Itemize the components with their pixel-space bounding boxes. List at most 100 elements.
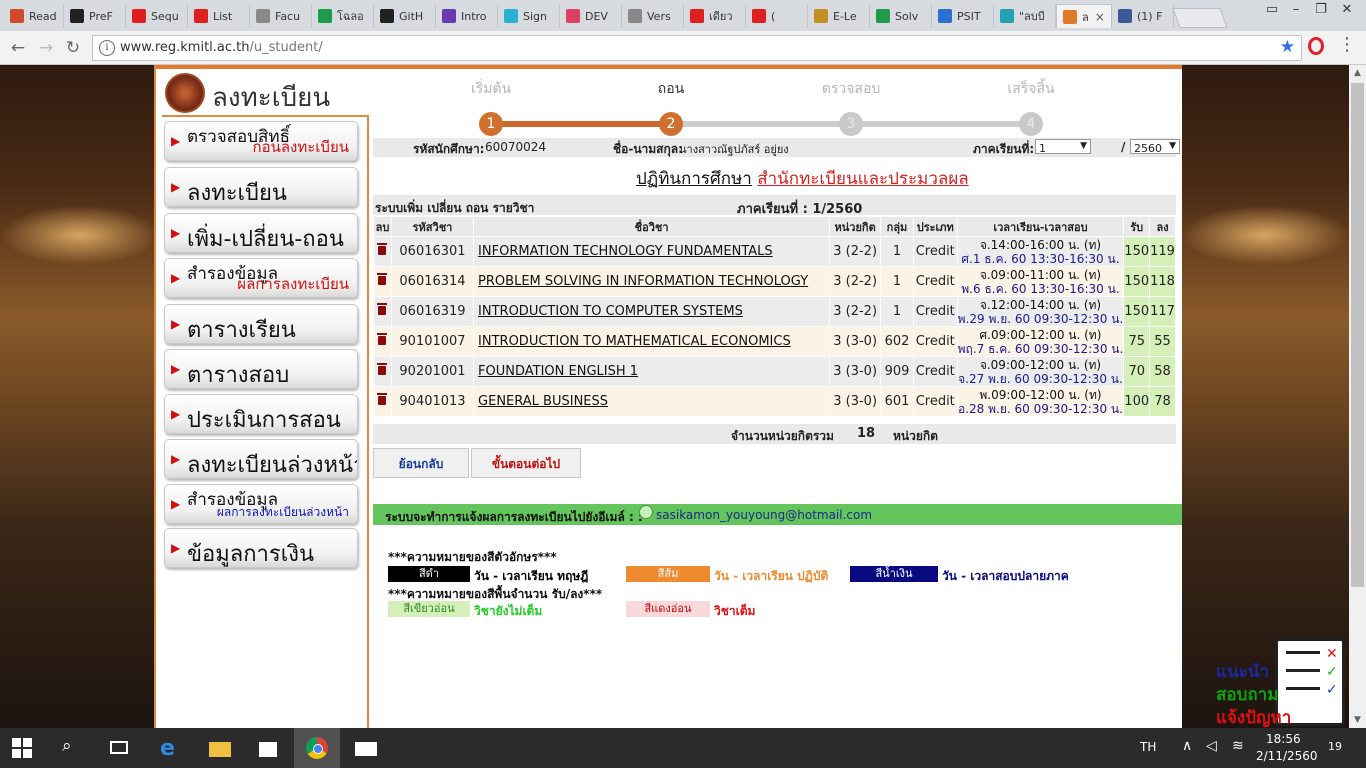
- column-header: ชื่อวิชา: [473, 216, 831, 237]
- term-select[interactable]: 1 ▼: [1035, 139, 1091, 155]
- course-name-link[interactable]: GENERAL BUSINESS: [478, 394, 608, 409]
- exam-time: ศ.1 ธ.ค. 60 13:30-16:30 น.: [961, 251, 1120, 266]
- logo-text: ลงทะเบียน: [212, 83, 331, 113]
- course-name-link[interactable]: INTRODUCTION TO MATHEMATICAL ECONOMICS: [478, 334, 791, 349]
- browser-tab[interactable]: DEV: [560, 4, 622, 28]
- year-select[interactable]: 2560 ▼: [1130, 139, 1180, 155]
- column-header: รหัสวิชา: [390, 216, 475, 237]
- browser-tab[interactable]: PreF: [64, 4, 126, 28]
- scroll-down-icon[interactable]: ▼: [1349, 712, 1366, 728]
- delete-cell[interactable]: [373, 386, 392, 417]
- file-explorer-icon[interactable]: [208, 736, 232, 760]
- forward-icon[interactable]: →: [36, 38, 56, 58]
- info-icon[interactable]: i: [99, 40, 115, 56]
- browser-tab[interactable]: GitH: [374, 4, 436, 28]
- delete-cell[interactable]: [373, 356, 392, 387]
- browser-tab[interactable]: Intro: [436, 4, 498, 28]
- sidebar-item[interactable]: ▶ เพิ่ม-เปลี่ยน-ถอน: [164, 213, 358, 253]
- delete-cell[interactable]: [373, 326, 392, 357]
- sidebar-item[interactable]: ▶ ตารางเรียน: [164, 304, 358, 344]
- sidebar-item[interactable]: ▶ ตารางสอบ: [164, 349, 358, 389]
- browser-tab[interactable]: ล ×: [1056, 4, 1112, 28]
- search-icon[interactable]: ⌕: [62, 736, 86, 760]
- delete-cell[interactable]: [373, 296, 392, 327]
- reload-icon[interactable]: ↻: [63, 38, 83, 58]
- url-input[interactable]: i www.reg.kmitl.ac.th/u_student/ ★: [92, 35, 1302, 61]
- total-credit-row: จำนวนหน่วยกิตรวม 18 หน่วยกิต: [373, 424, 1176, 444]
- clock-time[interactable]: 18:56: [1266, 732, 1301, 746]
- course-name-link[interactable]: FOUNDATION ENGLISH 1: [478, 364, 638, 379]
- restore-button[interactable]: ❐: [1308, 0, 1334, 20]
- browser-tab[interactable]: (: [746, 4, 808, 28]
- user-icon[interactable]: ▭: [1259, 0, 1285, 20]
- browser-tab[interactable]: Vers: [622, 4, 684, 28]
- volume-icon[interactable]: ◁: [1206, 738, 1217, 754]
- sidebar-item[interactable]: ▶ ลงทะเบียนล่วงหน้า: [164, 439, 358, 479]
- browser-tab[interactable]: Read: [4, 4, 64, 28]
- browser-tab[interactable]: List: [188, 4, 250, 28]
- sidebar-item[interactable]: ▶ ข้อมูลการเงิน: [164, 528, 358, 568]
- course-code: 90101007: [390, 326, 475, 357]
- task-view-icon[interactable]: [108, 736, 132, 760]
- calendar-link[interactable]: ปฏิทินการศึกษา: [636, 169, 752, 189]
- seat-capacity: 150: [1123, 236, 1151, 267]
- trash-icon[interactable]: [377, 363, 388, 375]
- browser-tab[interactable]: Sign: [498, 4, 560, 28]
- browser-tab[interactable]: "ลบบี: [994, 4, 1056, 28]
- notification-count[interactable]: 19: [1328, 740, 1342, 753]
- bookmark-star-icon[interactable]: ★: [1280, 37, 1295, 57]
- browser-tab[interactable]: โฉลอ: [312, 4, 374, 28]
- browser-tab[interactable]: (1) F: [1112, 4, 1174, 28]
- course-name-link[interactable]: PROBLEM SOLVING IN INFORMATION TECHNOLOG…: [478, 274, 808, 289]
- browser-tab[interactable]: Sequ: [126, 4, 188, 28]
- favicon-icon: [876, 9, 890, 23]
- delete-cell[interactable]: [373, 266, 392, 297]
- browser-tab[interactable]: เดียว: [684, 4, 746, 28]
- page-scrollbar[interactable]: ▲ ▼: [1349, 65, 1366, 728]
- store-icon[interactable]: [256, 736, 280, 760]
- back-button[interactable]: ย้อนกลับ: [373, 448, 469, 478]
- sidebar-item[interactable]: ▶ ประเมินการสอน: [164, 394, 358, 434]
- course-name-link[interactable]: INTRODUCTION TO COMPUTER SYSTEMS: [478, 304, 743, 319]
- trash-icon[interactable]: [377, 303, 388, 315]
- browser-tab[interactable]: PSIT: [932, 4, 994, 28]
- step-label: ตรวจสอบ: [821, 81, 881, 97]
- favicon-icon: [1118, 9, 1132, 23]
- registrar-link[interactable]: สำนักทะเบียนและประมวลผล: [757, 169, 968, 189]
- trash-icon[interactable]: [377, 393, 388, 405]
- clock-date[interactable]: 2/11/2560: [1256, 749, 1318, 763]
- opera-extension-icon[interactable]: [1308, 37, 1324, 55]
- minimize-button[interactable]: –: [1283, 0, 1309, 20]
- sidebar-item[interactable]: ▶ ลงทะเบียน: [164, 167, 358, 207]
- wifi-icon[interactable]: ≋: [1232, 738, 1244, 754]
- trash-icon[interactable]: [377, 273, 388, 285]
- mail-icon[interactable]: [354, 736, 378, 760]
- close-window-button[interactable]: ✕: [1334, 0, 1360, 20]
- new-tab-button[interactable]: [1172, 8, 1228, 28]
- delete-cell[interactable]: [373, 236, 392, 267]
- chevron-up-icon[interactable]: ∧: [1182, 738, 1192, 754]
- edge-icon[interactable]: e: [160, 736, 184, 761]
- sidebar-item[interactable]: ▶ สำรองข้อมูล ผลการลงทะเบียน: [164, 258, 358, 298]
- next-step-button[interactable]: ขั้นตอนต่อไป: [471, 448, 581, 478]
- trash-icon[interactable]: [377, 243, 388, 255]
- favicon-icon: [1000, 9, 1014, 23]
- close-tab-icon[interactable]: ×: [1095, 10, 1105, 24]
- sidebar-item[interactable]: ▶ สำรองข้อมูล ผลการลงทะเบียนล่วงหน้า: [164, 484, 358, 524]
- browser-tab[interactable]: Solv: [870, 4, 932, 28]
- start-windows-icon[interactable]: [12, 736, 36, 760]
- legend-title-text-color: ***ความหมายของสีตัวอักษร***: [388, 550, 557, 564]
- scroll-up-icon[interactable]: ▲: [1349, 65, 1366, 81]
- course-name-link[interactable]: INFORMATION TECHNOLOGY FUNDAMENTALS: [478, 244, 773, 259]
- sidebar-item[interactable]: ▶ ตรวจสอบสิทธิ์ ก่อนลงทะเบียน: [164, 121, 358, 161]
- language-indicator[interactable]: TH: [1140, 740, 1156, 754]
- menu-icon[interactable]: ⋮: [1338, 34, 1356, 55]
- help-widget[interactable]: ✕ ✓ ✓ แนะนำ สอบถาม แจ้งปัญหา: [1213, 638, 1349, 728]
- browser-tab[interactable]: Facu: [250, 4, 312, 28]
- trash-icon[interactable]: [377, 333, 388, 345]
- course-code: 90401013: [390, 386, 475, 417]
- browser-tab[interactable]: E-Le: [808, 4, 870, 28]
- chrome-icon[interactable]: [305, 736, 329, 760]
- back-icon[interactable]: ←: [8, 38, 28, 58]
- scrollbar-thumb[interactable]: [1351, 83, 1364, 587]
